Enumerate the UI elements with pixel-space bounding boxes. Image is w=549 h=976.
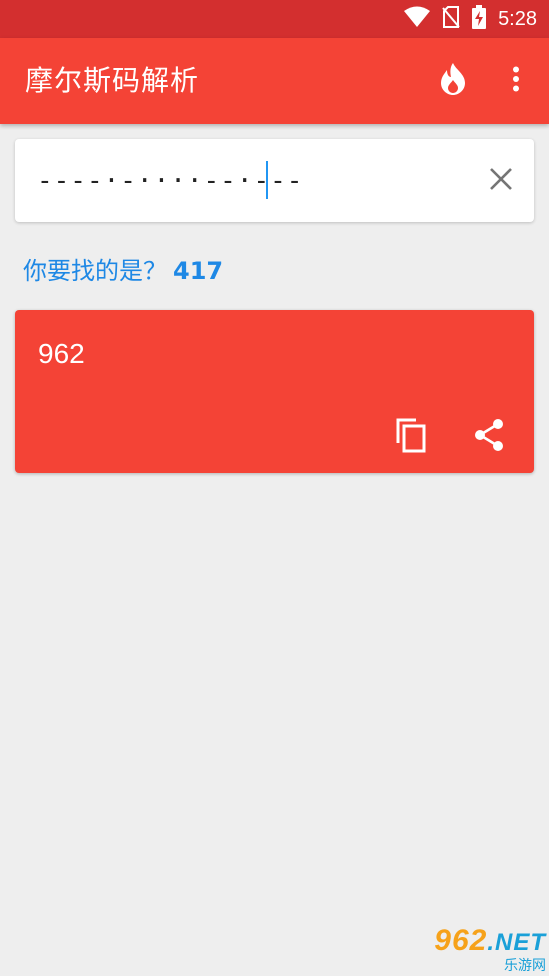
suggestion-number: 417 bbox=[173, 257, 224, 285]
status-time: 5:28 bbox=[498, 7, 537, 30]
watermark-logo: 962.NET 乐游网 bbox=[410, 924, 546, 975]
no-sim-icon bbox=[442, 6, 460, 32]
suggestion-link[interactable]: 你要找的是？ 417 bbox=[23, 254, 223, 288]
copy-icon bbox=[394, 417, 428, 457]
battery-charging-icon bbox=[472, 5, 487, 33]
status-bar: 5:28 bbox=[0, 0, 549, 38]
more-vert-icon bbox=[512, 66, 520, 96]
status-icons: 5:28 bbox=[404, 0, 537, 38]
app-bar: 摩尔斯码解析 bbox=[0, 38, 549, 124]
close-icon bbox=[489, 167, 513, 195]
morse-input-card bbox=[15, 139, 534, 222]
watermark-suffix: .NET bbox=[487, 929, 546, 956]
wifi-icon bbox=[404, 6, 431, 32]
watermark-main: 962 bbox=[434, 924, 488, 957]
text-cursor bbox=[266, 161, 268, 199]
clear-button[interactable] bbox=[481, 161, 521, 201]
morse-input[interactable] bbox=[37, 163, 457, 199]
result-card: 962 bbox=[15, 310, 534, 473]
watermark-sub: 乐游网 bbox=[504, 958, 546, 974]
app-title: 摩尔斯码解析 bbox=[25, 64, 200, 97]
share-icon bbox=[473, 418, 505, 456]
result-text: 962 bbox=[38, 338, 85, 369]
share-button[interactable] bbox=[469, 415, 509, 459]
more-options-button[interactable] bbox=[498, 61, 534, 101]
fire-icon bbox=[438, 62, 468, 100]
suggestion-prefix: 你要找的是？ bbox=[23, 257, 167, 285]
copy-button[interactable] bbox=[391, 415, 431, 459]
fire-button[interactable] bbox=[433, 61, 473, 101]
